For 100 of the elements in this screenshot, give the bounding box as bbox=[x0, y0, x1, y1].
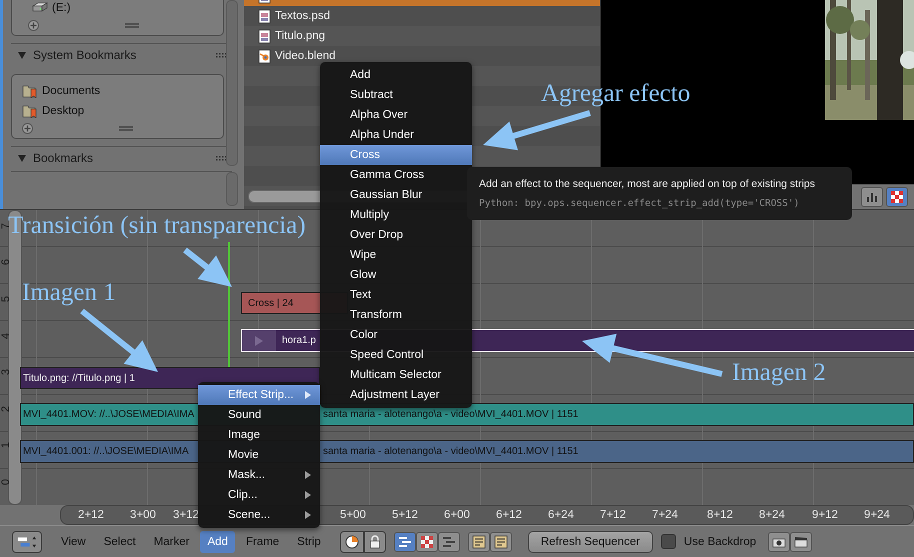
strip-label: MVI_4401.MOV: //..\JOSE\MEDIA\IMA bbox=[23, 409, 194, 420]
tooltip-python: Python: bpy.ops.sequencer.effect_strip_add(type='CROSS') bbox=[479, 198, 800, 209]
ruler-label: 7+12 bbox=[600, 509, 626, 521]
menu-item[interactable]: Strip bbox=[290, 530, 328, 552]
menu-item[interactable]: Wipe bbox=[320, 245, 472, 265]
file-name: Video.blend bbox=[275, 50, 336, 62]
channel-number: 5 bbox=[0, 294, 12, 304]
menu-item[interactable]: View bbox=[54, 530, 93, 552]
editor-type-button[interactable] bbox=[12, 530, 42, 552]
menu-item[interactable]: Frame bbox=[238, 530, 286, 552]
sequencer-icon bbox=[17, 534, 37, 548]
menu-item[interactable]: Movie bbox=[198, 445, 320, 465]
strips-icon bbox=[442, 536, 455, 548]
bookmark-folder-icon bbox=[22, 84, 38, 98]
clock-icon bbox=[344, 534, 359, 548]
menu-item[interactable]: Multicam Selector bbox=[320, 365, 472, 385]
menu-item[interactable]: Marker bbox=[146, 530, 196, 552]
scrollbar[interactable] bbox=[226, 0, 238, 166]
ruler-label: 6+00 bbox=[444, 509, 470, 521]
strip-label: Titulo.png: //Titulo.png | 1 bbox=[23, 373, 135, 384]
toolbar-button[interactable] bbox=[394, 532, 416, 552]
toolbar-button[interactable] bbox=[340, 530, 364, 552]
ruler-label: 8+12 bbox=[707, 509, 733, 521]
bookmark-folder-icon bbox=[22, 104, 38, 118]
copy-button[interactable] bbox=[468, 532, 490, 552]
file-row[interactable]: Video.blend bbox=[244, 46, 600, 66]
strips-icon bbox=[398, 536, 411, 548]
collapse-triangle-icon[interactable] bbox=[17, 153, 27, 163]
ruler-label: 3+00 bbox=[130, 509, 156, 521]
checkbox[interactable] bbox=[660, 534, 676, 549]
toolbar-button[interactable] bbox=[416, 532, 438, 552]
file-row[interactable]: Titulo.png bbox=[244, 26, 600, 46]
menu-item[interactable]: Add bbox=[320, 65, 472, 85]
channel-number: 2 bbox=[0, 404, 12, 414]
play-icon bbox=[254, 334, 264, 346]
strip-label: Cross | 24 bbox=[248, 298, 294, 309]
section-title[interactable]: Bookmarks bbox=[33, 151, 210, 165]
add-icon[interactable] bbox=[22, 123, 33, 134]
blend-file-icon bbox=[258, 48, 271, 64]
ruler-label: 5+00 bbox=[340, 509, 366, 521]
strip-label: santa maria - alotenango\a - video\MVI_4401.MOV | 1151 bbox=[323, 409, 578, 420]
menu-item[interactable]: Clip... bbox=[198, 485, 320, 505]
menu-item[interactable]: Adjustment Layer bbox=[320, 385, 472, 405]
ruler-label: 8+24 bbox=[759, 509, 785, 521]
ruler-label: 5+12 bbox=[392, 509, 418, 521]
file-name: Textos.psd bbox=[275, 10, 330, 22]
strip-label: hora1.p bbox=[282, 335, 316, 346]
render-button[interactable] bbox=[790, 532, 812, 552]
ruler-label: 6+12 bbox=[496, 509, 522, 521]
strip-label: MVI_4401.001: //..\JOSE\MEDIA\IMA bbox=[23, 446, 189, 457]
ruler-label: 6+24 bbox=[548, 509, 574, 521]
grip-icon[interactable] bbox=[119, 126, 133, 131]
drive-label[interactable]: (E:) bbox=[52, 2, 71, 14]
refresh-button[interactable]: Refresh Sequencer bbox=[528, 530, 653, 552]
menu-item[interactable]: Scene... bbox=[198, 505, 320, 525]
menu-item[interactable]: Sound bbox=[198, 405, 320, 425]
ruler-label: 2+12 bbox=[78, 509, 104, 521]
menu-item[interactable]: Cross bbox=[320, 145, 472, 165]
checker-icon bbox=[891, 191, 903, 203]
menu-item[interactable]: Effect Strip... bbox=[198, 385, 320, 405]
menu-item[interactable]: Alpha Under bbox=[320, 125, 472, 145]
clapperboard-icon bbox=[794, 536, 808, 548]
menu-item[interactable]: Mask... bbox=[198, 465, 320, 485]
menu-item[interactable]: Alpha Over bbox=[320, 105, 472, 125]
ruler-label: 7+24 bbox=[652, 509, 678, 521]
menu-item[interactable]: Glow bbox=[320, 265, 472, 285]
channel-number: 4 bbox=[0, 332, 12, 341]
grip-icon[interactable] bbox=[125, 23, 139, 28]
image-file-icon bbox=[258, 28, 271, 44]
bookmark-item[interactable]: Documents bbox=[42, 85, 100, 97]
menu-item[interactable]: Over Drop bbox=[320, 225, 472, 245]
file-row[interactable]: Textos.psd bbox=[244, 6, 600, 26]
render-button[interactable] bbox=[768, 532, 790, 552]
file-name: Titulo.png bbox=[275, 30, 326, 42]
ruler-label: 9+12 bbox=[812, 509, 838, 521]
add-icon[interactable] bbox=[28, 20, 39, 31]
channel-number: 6 bbox=[0, 258, 12, 268]
collapse-triangle-icon[interactable] bbox=[17, 50, 27, 60]
clipboard-icon[interactable] bbox=[494, 534, 508, 548]
image-file-icon bbox=[258, 8, 271, 24]
channel-number: 3 bbox=[0, 368, 12, 378]
annotation-text: Agregar efecto bbox=[541, 80, 690, 108]
menu-item[interactable]: Select bbox=[96, 530, 143, 552]
paste-button[interactable] bbox=[490, 532, 512, 552]
chart-icon bbox=[866, 191, 878, 203]
menu-item[interactable]: Subtract bbox=[320, 85, 472, 105]
clipboard-icon[interactable] bbox=[472, 534, 486, 548]
bookmark-item[interactable]: Desktop bbox=[42, 105, 84, 117]
arrow bbox=[183, 248, 232, 287]
channel-number: 1 bbox=[0, 441, 12, 450]
strip-label: santa maria - alotenango\a - video\MVI_4401.MOV | 1151 bbox=[323, 446, 578, 457]
section-title[interactable]: System Bookmarks bbox=[33, 48, 210, 62]
checkbox-label[interactable]: Use Backdrop bbox=[684, 536, 756, 548]
scrollbar[interactable] bbox=[226, 172, 238, 206]
annotation-text: Imagen 2 bbox=[732, 359, 826, 387]
menu-item[interactable]: Add bbox=[200, 530, 235, 552]
view-toggle-button[interactable] bbox=[861, 187, 883, 207]
view-toggle-button[interactable] bbox=[886, 187, 908, 207]
toolbar-button[interactable] bbox=[364, 530, 386, 552]
channel-number: 0 bbox=[0, 478, 12, 487]
